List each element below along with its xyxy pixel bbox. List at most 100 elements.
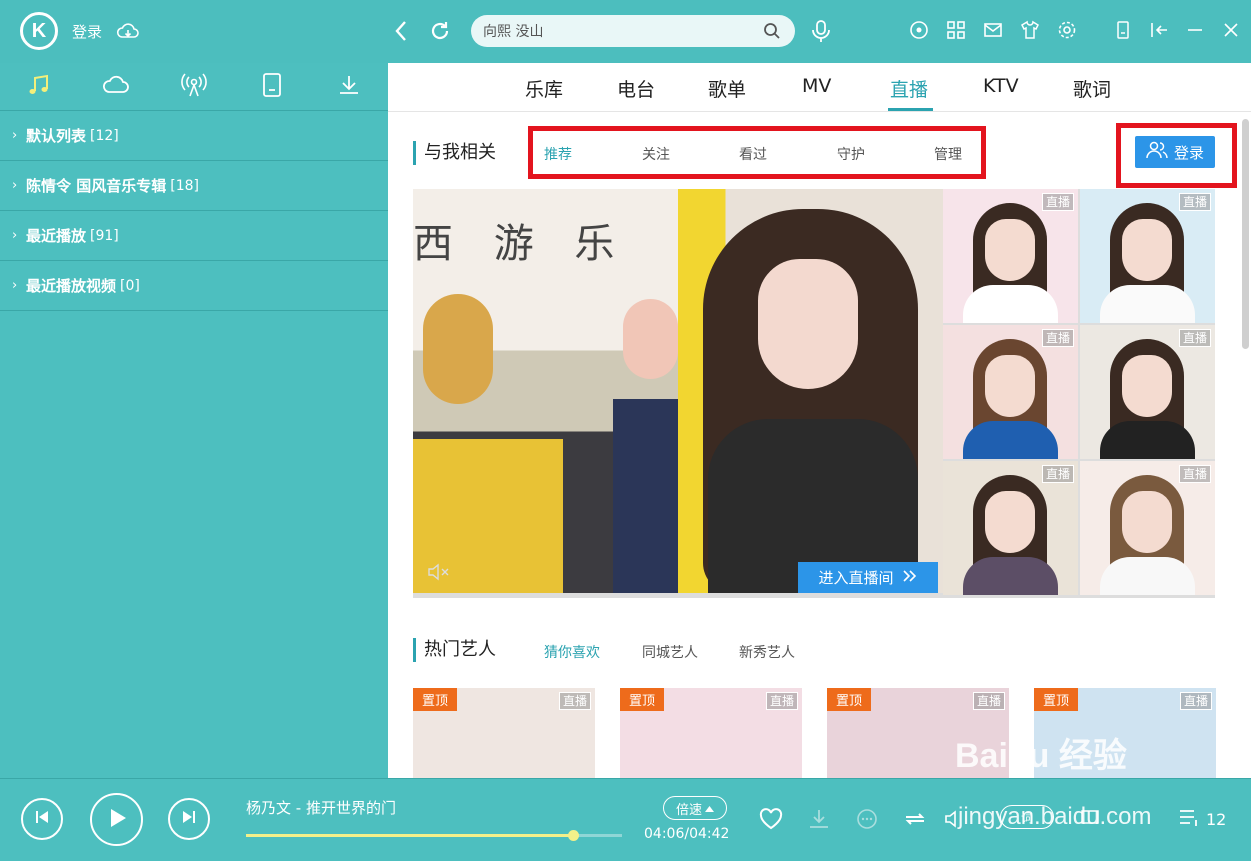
playback-time: 04:06/04:42 xyxy=(644,826,730,842)
pinned-badge: 置顶 xyxy=(413,688,458,711)
streamer-figure xyxy=(758,259,858,389)
main-tabs: 乐库 电台 歌单 MV 直播 KTV 歌词 xyxy=(388,63,1251,112)
caret-up-icon xyxy=(705,801,714,816)
search-input[interactable] xyxy=(483,15,753,47)
live-badge: 直播 xyxy=(1041,193,1074,211)
live-thumbnail[interactable]: 直播 xyxy=(943,325,1078,459)
live-thumbnail[interactable]: 直播 xyxy=(943,189,1078,323)
streamer-figure xyxy=(985,491,1035,553)
tab-radio[interactable]: 电台 xyxy=(617,75,655,102)
theme-shirt-icon[interactable] xyxy=(1019,19,1041,41)
play-icon xyxy=(106,806,128,834)
playlist-name: 默认列表 xyxy=(26,127,87,145)
subtab-new-artists[interactable]: 新秀艺人 xyxy=(739,642,795,662)
artist-card[interactable]: 置顶 直播 xyxy=(620,688,802,778)
sidebar-tab-cloud[interactable] xyxy=(78,63,156,110)
performer-figure xyxy=(623,299,678,379)
download-icon xyxy=(337,73,361,101)
pinned-badge: 置顶 xyxy=(620,688,665,711)
play-queue-button[interactable]: 12 xyxy=(1178,808,1226,830)
streamer-figure xyxy=(963,557,1058,595)
subtab-manage[interactable]: 管理 xyxy=(934,144,962,164)
tab-live[interactable]: 直播 xyxy=(890,75,928,102)
subtab-follow[interactable]: 关注 xyxy=(642,144,670,164)
favorite-heart-icon[interactable] xyxy=(758,806,784,832)
sidebar: › 默认列表 [12] › 陈情令 国风音乐专辑 [18] › 最近播放 [91… xyxy=(0,63,388,778)
skin-icon[interactable] xyxy=(908,19,930,41)
subtab-guard[interactable]: 守护 xyxy=(837,144,865,164)
baidu-watermark-url: jingyan.baidu.com xyxy=(958,803,1152,830)
live-badge: 直播 xyxy=(1041,329,1074,347)
app-logo[interactable]: K xyxy=(20,12,58,50)
chevron-right-icon: › xyxy=(12,178,18,193)
close-icon[interactable] xyxy=(1220,19,1242,41)
music-note-icon xyxy=(26,72,52,102)
tab-ktv[interactable]: KTV xyxy=(983,75,1019,97)
mini-mode-icon[interactable] xyxy=(1112,19,1134,41)
previous-button[interactable] xyxy=(21,798,63,840)
now-playing-title[interactable]: 杨乃文 - 推开世界的门 xyxy=(246,797,396,818)
mail-icon[interactable] xyxy=(982,19,1004,41)
chevron-right-icon: › xyxy=(12,128,18,143)
tab-lyrics[interactable]: 歌词 xyxy=(1073,75,1111,102)
live-thumbnail[interactable]: 直播 xyxy=(943,461,1078,595)
progress-bar[interactable] xyxy=(246,830,622,841)
section-title-related: 与我相关 xyxy=(413,141,496,165)
pinned-badge: 置顶 xyxy=(827,688,872,711)
subtab-recommend[interactable]: 推荐 xyxy=(544,144,572,164)
playback-speed-button[interactable]: 倍速 xyxy=(663,796,727,820)
tab-playlists[interactable]: 歌单 xyxy=(708,75,746,102)
live-login-button[interactable]: 登录 xyxy=(1135,136,1215,168)
playlist-item[interactable]: › 默认列表 [12] xyxy=(0,111,388,161)
artist-card[interactable]: 置顶 直播 xyxy=(413,688,595,778)
back-icon[interactable] xyxy=(392,19,412,47)
chevron-right-icon: › xyxy=(12,278,18,293)
sidebar-tab-radio[interactable] xyxy=(155,63,233,110)
search-icon[interactable] xyxy=(763,22,781,44)
voice-search-icon[interactable] xyxy=(810,18,832,48)
dock-icon[interactable] xyxy=(1148,19,1170,41)
sidebar-tab-device[interactable] xyxy=(233,63,311,110)
login-link[interactable]: 登录 xyxy=(72,21,102,42)
scrollbar[interactable] xyxy=(1242,119,1249,349)
refresh-icon[interactable] xyxy=(428,19,452,47)
progress-fill xyxy=(246,834,574,837)
streamer-figure xyxy=(985,355,1035,417)
subtab-watched[interactable]: 看过 xyxy=(739,144,767,164)
more-options-icon[interactable] xyxy=(854,806,880,832)
sidebar-tab-download[interactable] xyxy=(310,63,388,110)
playlist-count: [18] xyxy=(170,177,199,194)
live-badge: 直播 xyxy=(972,692,1005,710)
apps-grid-icon[interactable] xyxy=(945,19,967,41)
sidebar-tab-music[interactable] xyxy=(0,63,78,110)
live-stream-main[interactable] xyxy=(678,189,943,593)
previous-icon xyxy=(33,808,51,830)
radio-icon xyxy=(180,72,208,102)
playlist-item[interactable]: › 最近播放 [91] xyxy=(0,211,388,261)
user-icon xyxy=(1146,141,1168,163)
repeat-icon[interactable] xyxy=(902,806,928,832)
cloud-sync-icon[interactable] xyxy=(116,20,140,46)
tab-mv[interactable]: MV xyxy=(802,75,831,97)
subtab-guess-you-like[interactable]: 猜你喜欢 xyxy=(544,642,600,662)
settings-gear-icon[interactable] xyxy=(1056,19,1078,41)
playlist-item[interactable]: › 陈情令 国风音乐专辑 [18] xyxy=(0,161,388,211)
play-button[interactable] xyxy=(90,793,143,846)
tab-library[interactable]: 乐库 xyxy=(525,75,563,102)
live-thumbnail[interactable]: 直播 xyxy=(1080,461,1215,595)
progress-knob[interactable] xyxy=(568,830,580,841)
subtab-local-artists[interactable]: 同城艺人 xyxy=(642,642,698,662)
download-icon[interactable] xyxy=(806,806,832,832)
speed-label: 倍速 xyxy=(675,802,702,818)
live-stream-thumbnail[interactable]: 西 游 乐 xyxy=(413,189,678,593)
pinned-badge: 置顶 xyxy=(1034,688,1079,711)
next-button[interactable] xyxy=(168,798,210,840)
live-thumbnail[interactable]: 直播 xyxy=(1080,325,1215,459)
mute-icon[interactable] xyxy=(427,563,451,585)
playlist-item[interactable]: › 最近播放视频 [0] xyxy=(0,261,388,311)
enter-live-room-button[interactable]: 进入直播间 xyxy=(798,562,938,593)
search-box[interactable] xyxy=(471,15,795,47)
live-badge: 直播 xyxy=(1178,465,1211,483)
minimize-icon[interactable] xyxy=(1184,19,1206,41)
live-thumbnail[interactable]: 直播 xyxy=(1080,189,1215,323)
